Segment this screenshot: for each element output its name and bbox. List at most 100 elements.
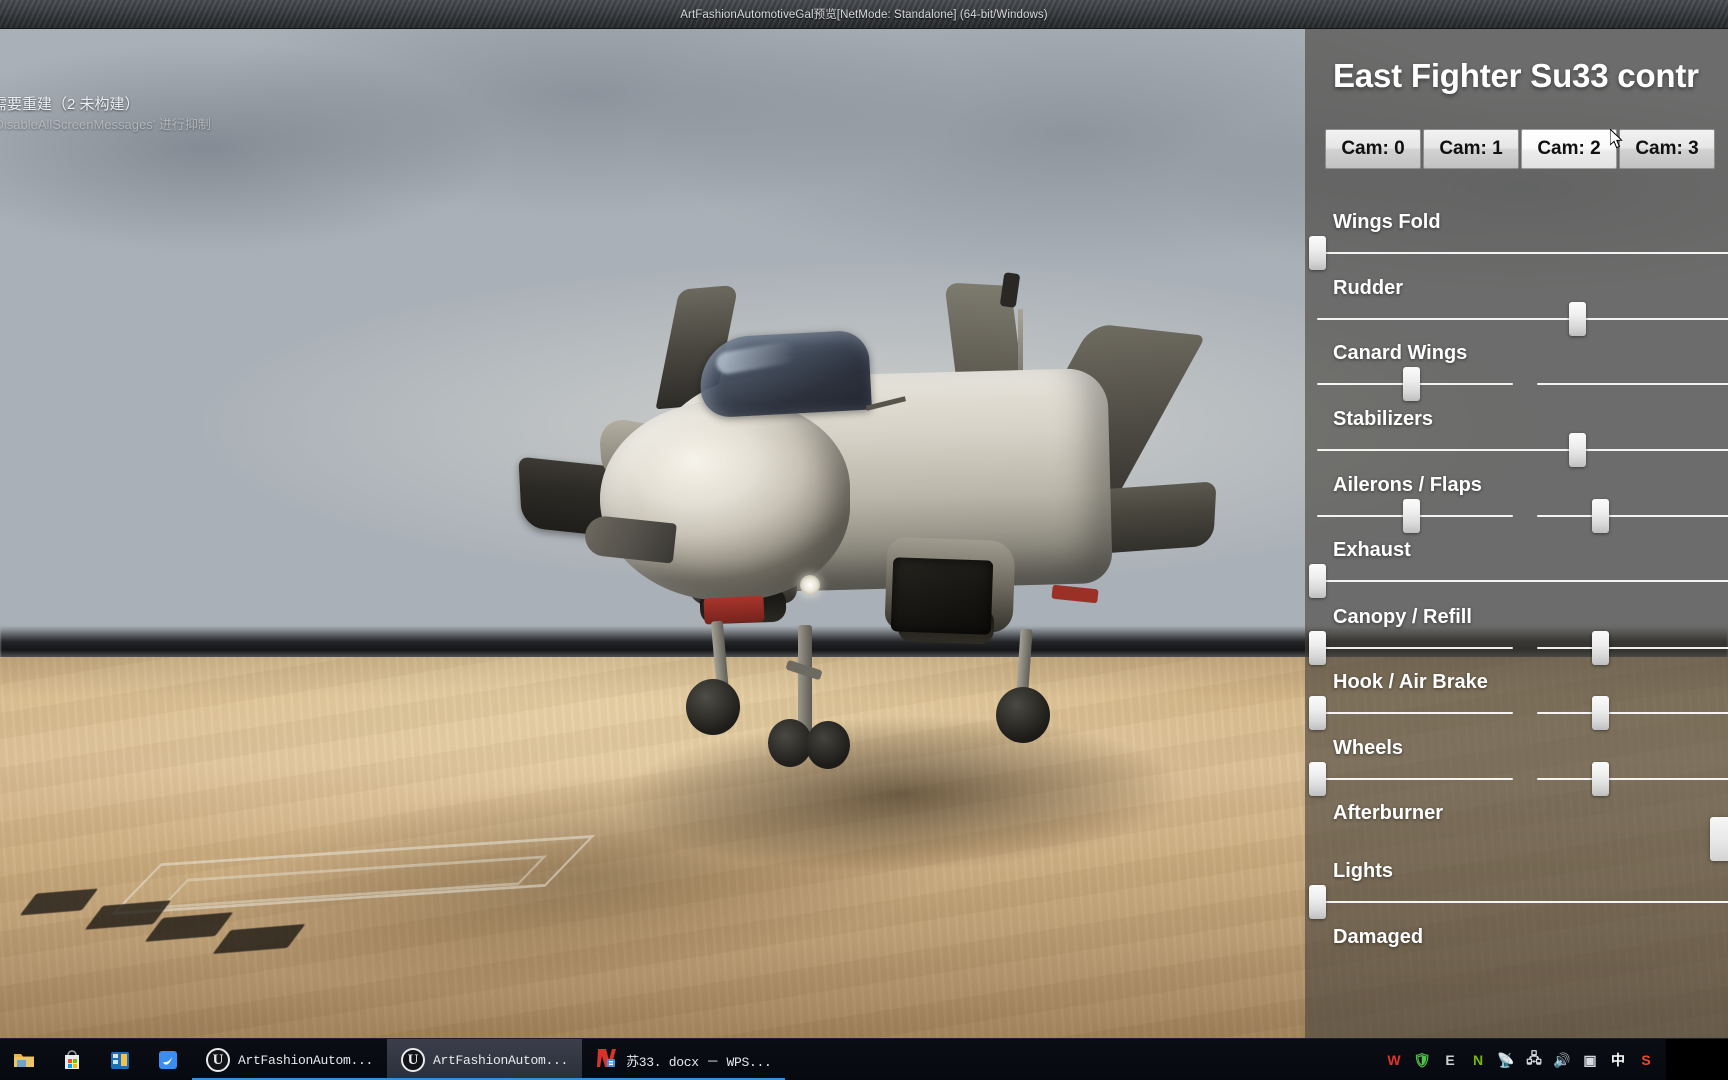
wps-tray-icon-glyph: W — [1387, 1052, 1401, 1068]
control-label: Wheels — [1333, 737, 1404, 759]
camera-button-1[interactable]: Cam: 1 — [1423, 129, 1519, 169]
file-explorer-icon[interactable] — [0, 1039, 48, 1080]
bird-app-icon[interactable] — [144, 1039, 192, 1080]
epic-games-icon[interactable]: E — [1436, 1039, 1464, 1080]
slider-track[interactable] — [1537, 383, 1728, 385]
slider-handle[interactable] — [1592, 631, 1609, 665]
panel-title: East Fighter Su33 contr — [1333, 57, 1699, 94]
slider-handle[interactable] — [1592, 499, 1609, 533]
network-icon[interactable]: 🖧 — [1520, 1039, 1548, 1080]
tail-tip — [999, 272, 1021, 308]
slider-track[interactable] — [1317, 647, 1513, 649]
slider-handle[interactable] — [1569, 302, 1586, 336]
slider-track[interactable] — [1317, 778, 1513, 780]
red-warning-panel — [703, 595, 765, 625]
main-wheel-left — [686, 679, 740, 735]
equipment-bay — [890, 557, 994, 635]
slider-track[interactable] — [1537, 515, 1728, 517]
slider-track[interactable] — [1317, 712, 1513, 714]
camera-button-2[interactable]: Cam: 2 — [1521, 129, 1617, 169]
security-shield-icon[interactable]: 🛡 — [1408, 1039, 1436, 1080]
osd-rebuild-message: 需要重建（2 未构建） — [0, 96, 140, 113]
volume-icon-glyph: 🔊 — [1553, 1051, 1571, 1068]
security-shield-icon-glyph: 🛡 — [1413, 1051, 1431, 1068]
slider-handle[interactable] — [1403, 367, 1421, 401]
camera-button-0[interactable]: Cam: 0 — [1325, 129, 1421, 169]
taskbar-spacer — [785, 1039, 1380, 1080]
radome-nose — [600, 401, 850, 601]
ime-chinese-icon-glyph: 中 — [1611, 1052, 1625, 1068]
slider-track[interactable] — [1317, 318, 1728, 320]
epic-games-icon-glyph: E — [1445, 1052, 1455, 1068]
action-center-icon[interactable]: ▣ — [1576, 1039, 1604, 1080]
slider-track[interactable] — [1317, 252, 1728, 254]
taskbar-app-area: U ArtFashionAutom... U ArtFashionAutom... 苏3… — [192, 1039, 786, 1080]
slider-handle[interactable] — [1309, 564, 1326, 598]
taskbar-app-1[interactable]: U ArtFashionAutom... — [387, 1039, 583, 1080]
osd-suppress-message: 'DisableAllScreenMessages' 进行抑制 — [0, 117, 211, 132]
landing-light — [800, 575, 820, 595]
satellite-icon-glyph: 📡 — [1497, 1051, 1515, 1068]
sogou-input-icon-glyph: S — [1641, 1052, 1651, 1068]
slider-track[interactable] — [1317, 449, 1728, 451]
media-app-icon[interactable] — [96, 1039, 144, 1080]
window-title: ArtFashionAutomotiveGal预览[NetMode: Stand… — [680, 9, 1048, 21]
taskbar-app-label: ArtFashionAutom... — [433, 1052, 569, 1068]
unreal-engine-icon: U — [401, 1048, 426, 1072]
unreal-engine-icon: U — [206, 1048, 230, 1072]
windows-taskbar: U ArtFashionAutom... U ArtFashionAutom... 苏3… — [0, 1038, 1728, 1080]
taskbar-app-2[interactable]: 苏33. docx － WPS... — [582, 1039, 786, 1080]
control-label: Lights — [1333, 860, 1393, 882]
control-label: Hook / Air Brake — [1333, 671, 1488, 693]
afterburner-toggle[interactable] — [1710, 817, 1728, 861]
nose-wheel-right — [806, 721, 850, 769]
slider-track[interactable] — [1317, 901, 1728, 903]
slider-handle[interactable] — [1309, 762, 1326, 796]
wps-tray-icon[interactable]: W — [1380, 1039, 1408, 1080]
control-label: Ailerons / Flaps — [1333, 474, 1482, 496]
camera-button-3[interactable]: Cam: 3 — [1619, 129, 1715, 169]
network-icon-glyph: 🖧 — [1526, 1050, 1542, 1066]
sogou-input-icon[interactable]: S — [1632, 1039, 1660, 1080]
red-marking — [1051, 584, 1099, 604]
slider-handle[interactable] — [1592, 696, 1609, 730]
satellite-icon[interactable]: 📡 — [1492, 1039, 1520, 1080]
slider-handle[interactable] — [1569, 433, 1586, 467]
taskbar-app-0[interactable]: U ArtFashionAutom... — [192, 1039, 388, 1080]
slider-track[interactable] — [1537, 778, 1728, 780]
slider-handle[interactable] — [1403, 499, 1421, 533]
system-tray: W 🛡 E N 📡 🖧 🔊 ▣ 中 S — [1380, 1039, 1666, 1080]
slider-handle[interactable] — [1309, 885, 1326, 919]
camera-button-group: Cam: 0 Cam: 1 Cam: 2 Cam: 3 — [1325, 129, 1715, 169]
taskbar-app-label: ArtFashionAutom... — [238, 1052, 374, 1068]
su33-control-panel: East Fighter Su33 contr Cam: 0 Cam: 1 Cam:… — [1305, 29, 1728, 1038]
nose-gear-strut — [798, 625, 812, 735]
slider-track[interactable] — [1537, 712, 1728, 714]
main-wheel-right — [996, 687, 1050, 743]
control-label: Canard Wings — [1333, 342, 1468, 364]
control-label: Afterburner — [1333, 802, 1444, 824]
slider-track[interactable] — [1537, 647, 1728, 649]
control-label: Exhaust — [1333, 539, 1411, 561]
slider-handle[interactable] — [1592, 762, 1609, 796]
nvidia-icon-glyph: N — [1472, 1052, 1484, 1068]
control-label: Stabilizers — [1333, 408, 1434, 430]
slider-handle[interactable] — [1309, 236, 1326, 270]
slider-handle[interactable] — [1309, 631, 1326, 665]
screen: ArtFashionAutomotiveGal预览[NetMode: Stand… — [0, 0, 1728, 1080]
action-center-icon-glyph: ▣ — [1583, 1051, 1597, 1068]
volume-icon[interactable]: 🔊 — [1548, 1039, 1576, 1080]
pitot-tube — [583, 514, 677, 564]
quick-launch-area — [0, 1039, 192, 1080]
microsoft-store-icon[interactable] — [48, 1039, 96, 1080]
wps-writer-icon — [596, 1047, 618, 1074]
show-desktop-button[interactable] — [1666, 1039, 1728, 1080]
nvidia-icon[interactable]: N — [1464, 1039, 1492, 1080]
control-label: Rudder — [1333, 277, 1403, 299]
ime-chinese-icon[interactable]: 中 — [1604, 1039, 1632, 1080]
window-title-bar: ArtFashionAutomotiveGal预览[NetMode: Stand… — [0, 0, 1728, 29]
control-label: Canopy / Refill — [1333, 606, 1472, 628]
slider-track[interactable] — [1317, 580, 1728, 582]
taskbar-app-label: 苏33. docx － WPS... — [626, 1054, 772, 1070]
slider-handle[interactable] — [1309, 696, 1326, 730]
